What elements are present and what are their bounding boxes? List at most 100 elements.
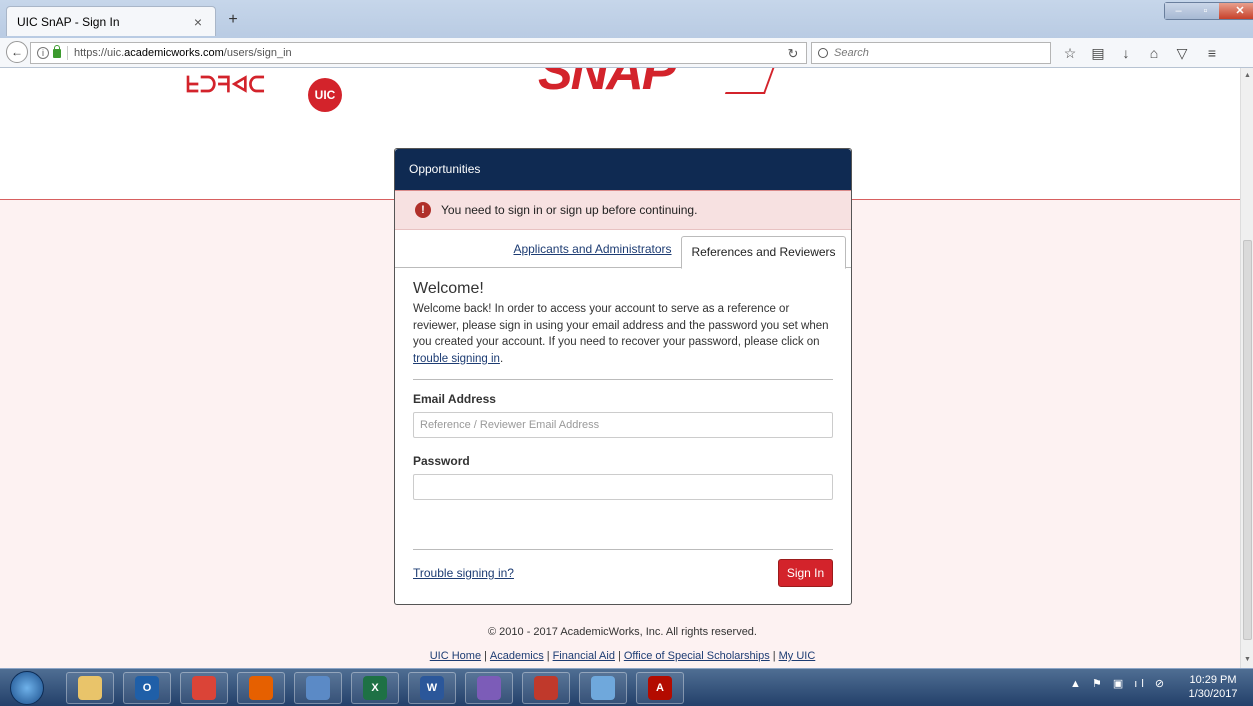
welcome-body: Welcome back! In order to access your ac… (413, 303, 829, 348)
taskbar-explorer-button[interactable] (66, 672, 114, 704)
footer-separator: | (772, 650, 776, 662)
password-field[interactable] (413, 474, 833, 500)
clock[interactable]: 10:29 PM 1/30/2017 (1183, 673, 1243, 701)
footer-link-my-uic[interactable]: My UIC (779, 650, 816, 662)
taskbar-app-tile-button[interactable] (579, 672, 627, 704)
panel-footer: Trouble signing in? Sign In (413, 549, 833, 591)
start-button[interactable] (10, 671, 44, 705)
browser-chrome: UIC SnAP - Sign In × + – ▫ ✕ ← i https:/… (0, 0, 1253, 68)
trouble-signing-in-link[interactable]: Trouble signing in? (413, 566, 514, 580)
window-controls: – ▫ ✕ (1164, 2, 1253, 20)
chrome-icon (192, 676, 216, 700)
tab-references-reviewers[interactable]: References and Reviewers (681, 236, 846, 269)
snap-logo-flag (724, 68, 776, 94)
footer-link-special-scholarships[interactable]: Office of Special Scholarships (624, 650, 770, 662)
outlook-icon: O (135, 676, 159, 700)
search-input[interactable]: Search (811, 42, 1051, 64)
url-separator (67, 46, 68, 60)
bookmark-star-icon[interactable]: ☆ (1061, 44, 1079, 62)
taskbar-word-button[interactable]: W (408, 672, 456, 704)
taskbar-firefox-button[interactable] (237, 672, 285, 704)
pocket-icon[interactable]: ▽ (1173, 44, 1191, 62)
footer-separator: | (546, 650, 550, 662)
acrobat-icon: A (648, 676, 672, 700)
taskbar: O X W A ▲ ⚑ ▣ ıl ⊘ 10:29 PM 1/30/2017 (0, 668, 1253, 706)
alert-text: You need to sign in or sign up before co… (441, 203, 698, 217)
alert-message: ! You need to sign in or sign up before … (395, 190, 851, 230)
taskbar-excel-button[interactable]: X (351, 672, 399, 704)
back-button[interactable]: ← (6, 41, 28, 63)
taskbar-network-button[interactable] (294, 672, 342, 704)
tab-bar: UIC SnAP - Sign In × + – ▫ ✕ (0, 0, 1253, 38)
scrollbar-thumb[interactable] (1243, 240, 1252, 640)
search-placeholder: Search (834, 47, 869, 59)
tab-applicants-administrators[interactable]: Applicants and Administrators (510, 230, 675, 268)
page-content: ᖶᑐᖷᐊᑕ UIC SNAP Opportunities ! You need … (0, 68, 1240, 668)
taskbar-acrobat-button[interactable]: A (636, 672, 684, 704)
page-scrollbar[interactable]: ▲ ▼ (1240, 68, 1253, 668)
footer-link-uic-home[interactable]: UIC Home (430, 650, 481, 662)
browser-tab[interactable]: UIC SnAP - Sign In × (6, 6, 216, 36)
clock-date: 1/30/2017 (1188, 688, 1238, 700)
search-icon (818, 48, 828, 58)
welcome-text: Welcome back! In order to access your ac… (413, 301, 833, 367)
lock-icon (53, 44, 61, 58)
url-domain: academicworks.com (124, 47, 224, 59)
word-icon: W (420, 676, 444, 700)
copyright-text: © 2010 - 2017 AcademicWorks, Inc. All ri… (488, 626, 757, 638)
excel-icon: X (363, 676, 387, 700)
navigation-bar: ← i https://uic.academicworks.com/users/… (0, 38, 1253, 68)
reading-list-icon[interactable]: ▤ (1089, 44, 1107, 62)
home-icon[interactable]: ⌂ (1145, 44, 1163, 62)
email-label: Email Address (413, 392, 496, 406)
sign-in-panel: Opportunities ! You need to sign in or s… (394, 148, 852, 605)
footer-link-academics[interactable]: Academics (490, 650, 544, 662)
sign-in-button[interactable]: Sign In (778, 559, 833, 587)
explorer-icon (78, 676, 102, 700)
address-bar[interactable]: i https://uic.academicworks.com/users/si… (30, 42, 807, 64)
tab-close-icon[interactable]: × (191, 14, 205, 30)
clock-time: 10:29 PM (1189, 674, 1237, 686)
tab-title: UIC SnAP - Sign In (17, 14, 120, 29)
app-tile-icon (591, 676, 615, 700)
taskbar-app-plane-button[interactable] (522, 672, 570, 704)
scroll-down-icon[interactable]: ▼ (1241, 654, 1253, 666)
welcome-title: Welcome! (413, 280, 484, 297)
uic-badge: UIC (308, 78, 342, 112)
download-icon[interactable]: ↓ (1117, 44, 1135, 62)
welcome-end: . (499, 352, 504, 365)
minimize-button[interactable]: – (1165, 3, 1192, 19)
network-icon (306, 676, 330, 700)
info-icon[interactable]: i (37, 47, 49, 59)
firefox-icon (249, 676, 273, 700)
app-plane-icon (534, 676, 558, 700)
footer-link-financial-aid[interactable]: Financial Aid (553, 650, 615, 662)
sign-in-tabs: Applicants and Administrators References… (395, 230, 851, 269)
close-window-button[interactable]: ✕ (1219, 3, 1253, 19)
url-path: /users/sign_in (223, 47, 292, 59)
taskbar-outlook-button[interactable]: O (123, 672, 171, 704)
reload-icon[interactable]: ↻ (784, 45, 802, 63)
new-tab-button[interactable]: + (222, 10, 244, 30)
taskbar-app-bird-button[interactable] (465, 672, 513, 704)
divider (413, 379, 833, 380)
trouble-signing-in-inline-link[interactable]: trouble signing in (413, 353, 500, 365)
footer-links: UIC Home | Academics | Financial Aid | Office … (0, 650, 1240, 662)
system-tray[interactable]: ▲ ⚑ ▣ ıl ⊘ (1070, 677, 1168, 690)
panel-header: Opportunities (395, 149, 851, 190)
alert-icon: ! (415, 202, 431, 218)
footer-separator: | (484, 650, 487, 662)
maximize-button[interactable]: ▫ (1192, 3, 1219, 19)
password-label: Password (413, 454, 470, 468)
app-bird-icon (477, 676, 501, 700)
menu-icon[interactable]: ≡ (1203, 44, 1221, 62)
scroll-up-icon[interactable]: ▲ (1241, 70, 1253, 82)
panel-body: Welcome! Welcome back! In order to acces… (395, 268, 851, 500)
taskbar-chrome-button[interactable] (180, 672, 228, 704)
snap-logo: SNAP (538, 68, 676, 101)
url-prefix: https://uic. (74, 47, 125, 59)
url-text: https://uic.academicworks.com/users/sign… (74, 47, 292, 59)
email-field[interactable]: Reference / Reviewer Email Address (413, 412, 833, 438)
university-logo-mark: ᖶᑐᖷᐊᑕ (186, 74, 266, 99)
footer-separator: | (617, 650, 621, 662)
